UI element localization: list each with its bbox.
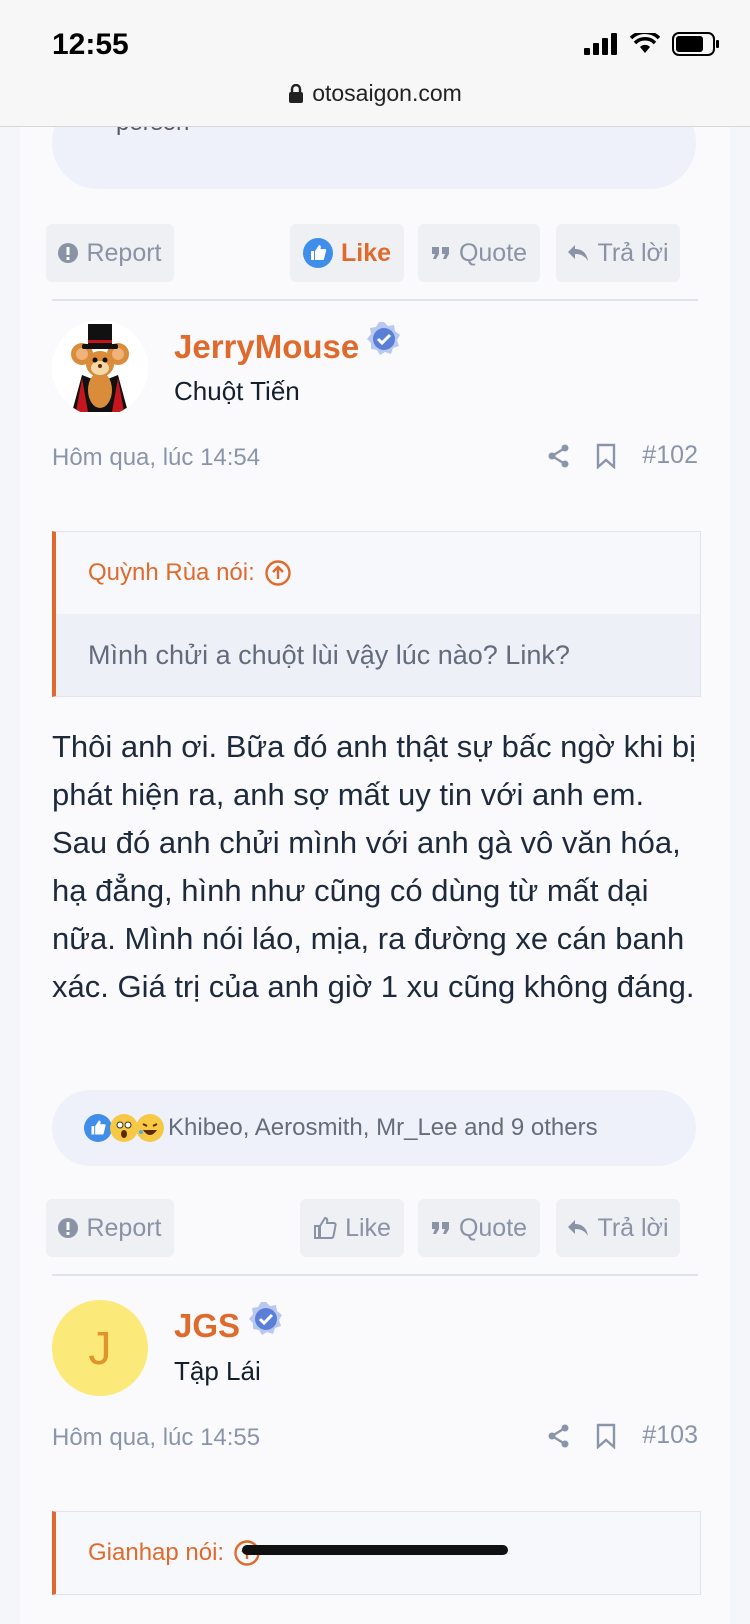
username[interactable]: JGS [174,1307,240,1345]
address-bar[interactable]: otosaigon.com [0,80,750,127]
avatar[interactable] [52,320,148,416]
jerry-mouse-avatar-icon [52,320,148,416]
verified-badge-icon [249,1302,282,1335]
report-button[interactable]: Report [46,1199,174,1257]
post-divider [52,1274,698,1276]
reply-icon [568,245,589,261]
signal-icon [584,33,617,55]
wow-reaction-icon [110,1114,138,1142]
like-button[interactable]: Like [300,1199,404,1257]
prev-reactions-text: person [116,127,189,137]
avatar-letter: J [88,1322,112,1374]
thumbs-up-icon [302,238,333,268]
quote-button[interactable]: Quote [418,224,540,282]
post-actions: #102 [548,441,698,470]
prev-reactions-bar[interactable]: person [52,127,696,189]
url-text: otosaigon.com [312,80,462,106]
warning-icon [58,243,79,263]
haha-reaction-icon [136,1114,164,1142]
url-display[interactable]: otosaigon.com [0,80,750,107]
quote-block: Quỳnh Rùa nói: Mình chửi a chuột lùi vậy… [52,531,701,697]
username[interactable]: JerryMouse [174,328,359,366]
quote-text: Mình chửi a chuột lùi vậy lúc nào? Link? [56,614,700,696]
post-number[interactable]: #102 [642,441,698,470]
quote-author: Gianhap nói: [88,1539,225,1566]
like-reaction-icon [84,1114,112,1142]
like-button[interactable]: Like [290,224,404,282]
user-title: Tập Lái [174,1356,261,1386]
quote-icon [431,1222,449,1234]
share-icon[interactable] [548,1424,570,1448]
reactions-text: Khibeo, Aerosmith, Mr_Lee and 9 others [168,1114,598,1141]
verified-badge-icon [367,322,400,355]
reply-icon [568,1220,589,1236]
post-number[interactable]: #103 [642,1421,698,1450]
reactions-bar[interactable]: Khibeo, Aerosmith, Mr_Lee and 9 others [52,1090,696,1166]
reply-button[interactable]: Trả lời [556,224,680,282]
thumbs-up-outline-icon [314,1216,337,1239]
thread-content: person Report Like Quote Trả lời [20,127,730,1624]
status-time: 12:55 [52,28,129,61]
user-title: Chuột Tiến [174,376,300,406]
wifi-icon [630,33,660,53]
post-timestamp[interactable]: Hôm qua, lúc 14:55 [52,1424,260,1452]
lock-icon [289,83,304,103]
post-message: Thôi anh ơi. Bữa đó anh thật sự bấc ngờ … [52,729,696,1004]
quote-button[interactable]: Quote [418,1199,540,1257]
post-divider [52,299,698,301]
home-indicator[interactable] [242,1545,508,1555]
quote-header[interactable]: Quỳnh Rùa nói: [56,532,700,614]
post-timestamp[interactable]: Hôm qua, lúc 14:54 [52,444,260,472]
report-button[interactable]: Report [46,224,174,282]
quote-author: Quỳnh Rùa nói: [88,559,255,586]
reaction-icons [84,1114,164,1142]
battery-icon [672,32,719,56]
share-icon[interactable] [548,444,570,468]
bookmark-icon[interactable] [596,443,616,469]
bookmark-icon[interactable] [596,1423,616,1449]
warning-icon [58,1218,79,1238]
post-actions: #103 [548,1421,698,1450]
status-bar: 12:55 [0,0,750,80]
arrow-up-circle-icon[interactable] [265,560,291,586]
status-icons [584,32,720,56]
quote-icon [431,247,449,259]
reply-button[interactable]: Trả lời [556,1199,680,1257]
avatar[interactable]: J [52,1300,148,1396]
